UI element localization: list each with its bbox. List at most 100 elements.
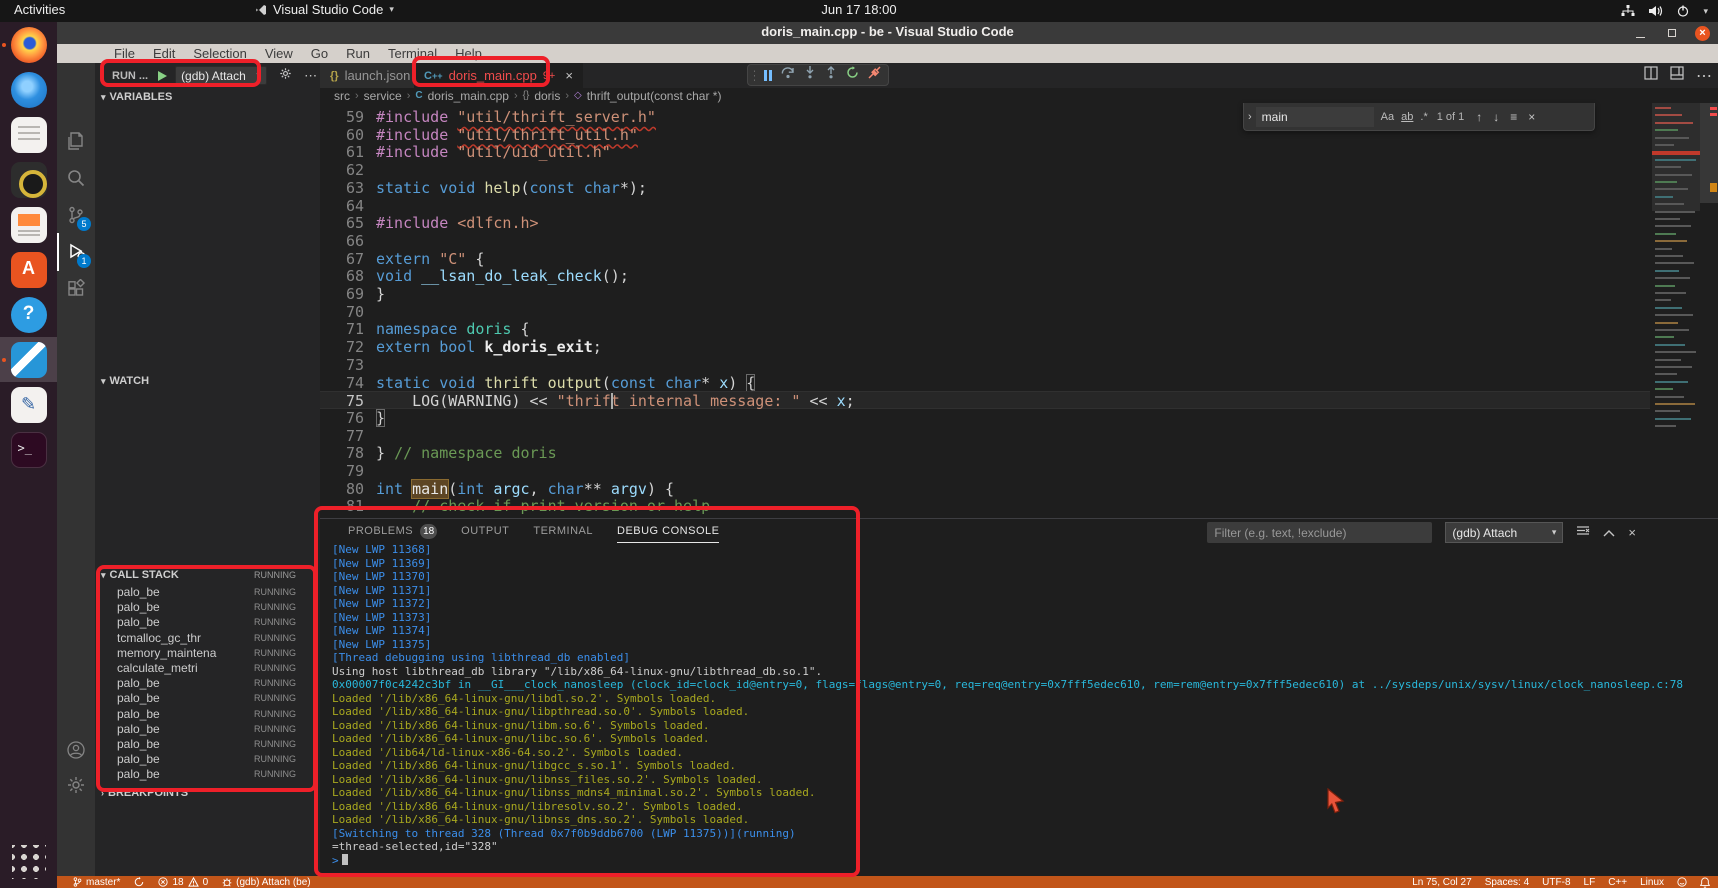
panel-tab-output[interactable]: OUTPUT xyxy=(461,519,509,543)
debug-session-dropdown[interactable]: (gdb) Attach ▾ xyxy=(1445,522,1563,543)
maximize-panel-icon[interactable] xyxy=(1603,525,1615,541)
search-icon[interactable] xyxy=(57,159,95,197)
views-more-icon[interactable]: ⋯ xyxy=(304,68,318,84)
close-tab-icon[interactable]: × xyxy=(565,68,573,83)
disconnect-icon[interactable] xyxy=(868,66,882,84)
settings-gear-icon[interactable] xyxy=(57,766,95,804)
call-stack-thread-row[interactable]: palo_beRUNNING xyxy=(95,615,320,630)
dock-item-text-editor[interactable] xyxy=(0,382,57,427)
problems-indicator[interactable]: 18 0 xyxy=(158,877,208,888)
explorer-icon[interactable] xyxy=(57,122,95,160)
menu-selection[interactable]: Selection xyxy=(184,46,255,61)
system-tray[interactable]: ▾ xyxy=(1621,0,1708,22)
tab-launch-json[interactable]: {} launch.json xyxy=(320,63,420,88)
feedback-icon[interactable] xyxy=(1677,877,1687,887)
dock-item-show-applications[interactable] xyxy=(0,839,57,884)
customize-layout-icon[interactable] xyxy=(1670,66,1684,85)
call-stack-thread-row[interactable]: calculate_metriRUNNING xyxy=(95,661,320,676)
menu-view[interactable]: View xyxy=(256,46,302,61)
window-titlebar[interactable]: doris_main.cpp - be - Visual Studio Code… xyxy=(57,22,1718,44)
breadcrumb-item[interactable]: doris_main.cpp xyxy=(428,89,509,103)
close-button[interactable]: × xyxy=(1695,26,1710,41)
split-editor-icon[interactable] xyxy=(1644,66,1658,85)
call-stack-thread-row[interactable]: palo_beRUNNING xyxy=(95,767,320,782)
console-filter-input[interactable] xyxy=(1207,522,1432,543)
find-input[interactable] xyxy=(1256,107,1374,127)
account-icon[interactable] xyxy=(57,731,95,769)
breadcrumb-item[interactable]: src xyxy=(334,89,350,103)
breakpoints-section-header[interactable]: › BREAKPOINTS xyxy=(95,784,320,802)
call-stack-thread-row[interactable]: palo_beRUNNING xyxy=(95,585,320,600)
menu-terminal[interactable]: Terminal xyxy=(379,46,446,61)
variables-section-header[interactable]: ▾ VARIABLES xyxy=(95,88,320,106)
console-prompt[interactable]: > xyxy=(332,854,348,867)
call-stack-thread-row[interactable]: palo_beRUNNING xyxy=(95,752,320,767)
run-debug-icon[interactable]: 1 xyxy=(57,233,95,271)
panel-tab-debug-console[interactable]: DEBUG CONSOLE xyxy=(617,519,719,543)
menu-help[interactable]: Help xyxy=(446,46,491,61)
find-collapse-icon[interactable]: › xyxy=(1248,111,1252,123)
indentation-indicator[interactable]: Spaces: 4 xyxy=(1485,877,1529,888)
minimap[interactable] xyxy=(1652,103,1700,518)
whole-word-icon[interactable]: ab xyxy=(1401,111,1413,123)
find-next-icon[interactable]: ↓ xyxy=(1493,110,1499,124)
dock-item-help-app[interactable] xyxy=(0,292,57,337)
editor-more-icon[interactable]: ⋯ xyxy=(1696,66,1712,86)
pause-icon[interactable] xyxy=(764,70,772,81)
call-stack-thread-row[interactable]: memory_maintenaRUNNING xyxy=(95,646,320,661)
call-stack-section-header[interactable]: ▾ CALL STACK RUNNING xyxy=(95,566,320,584)
close-panel-icon[interactable]: × xyxy=(1628,525,1636,541)
call-stack-thread-row[interactable]: palo_beRUNNING xyxy=(95,707,320,722)
debug-console-output[interactable]: [New LWP 11368][New LWP 11369][New LWP 1… xyxy=(320,543,1716,873)
call-stack-thread-row[interactable]: palo_beRUNNING xyxy=(95,737,320,752)
dock-item-ubuntu-software[interactable] xyxy=(0,247,57,292)
dock-item-firefox[interactable] xyxy=(0,22,57,67)
sync-indicator[interactable] xyxy=(134,877,144,887)
breadcrumb-item[interactable]: thrift_output(const char *) xyxy=(587,89,722,103)
call-stack-thread-row[interactable]: tcmalloc_gc_thrRUNNING xyxy=(95,631,320,646)
language-indicator[interactable]: C++ xyxy=(1608,877,1627,888)
toolbar-grip-handle[interactable] xyxy=(754,69,755,82)
branch-indicator[interactable]: master* xyxy=(73,877,120,888)
call-stack-thread-row[interactable]: palo_beRUNNING xyxy=(95,722,320,737)
dock-item-files-app[interactable] xyxy=(0,112,57,157)
watch-section-header[interactable]: ▾ WATCH xyxy=(95,372,320,390)
launch-gear-icon[interactable] xyxy=(279,67,292,85)
call-stack-thread-row[interactable]: palo_beRUNNING xyxy=(95,600,320,615)
find-in-selection-icon[interactable]: ≡ xyxy=(1510,110,1517,124)
clear-console-icon[interactable] xyxy=(1576,525,1590,541)
code-area[interactable]: 59#include "util/thrift_server.h"60#incl… xyxy=(320,103,1650,518)
clock[interactable]: Jun 17 18:00 xyxy=(0,2,1718,17)
start-debug-button[interactable] xyxy=(158,71,167,81)
notifications-bell-icon[interactable] xyxy=(1700,877,1710,888)
close-find-icon[interactable]: × xyxy=(1528,110,1535,124)
os-indicator[interactable]: Linux xyxy=(1640,877,1664,888)
eol-indicator[interactable]: LF xyxy=(1584,877,1596,888)
step-out-icon[interactable] xyxy=(825,66,837,84)
maximize-button[interactable] xyxy=(1664,26,1679,41)
dock-item-thunderbird[interactable] xyxy=(0,67,57,112)
regex-icon[interactable]: .* xyxy=(1420,111,1427,123)
panel-tab-terminal[interactable]: TERMINAL xyxy=(533,519,593,543)
dock-item-impress-app[interactable] xyxy=(0,202,57,247)
find-previous-icon[interactable]: ↑ xyxy=(1476,110,1482,124)
call-stack-thread-row[interactable]: palo_beRUNNING xyxy=(95,676,320,691)
dock-item-terminal[interactable] xyxy=(0,427,57,472)
debug-target-indicator[interactable]: (gdb) Attach (be) xyxy=(222,877,310,888)
dock-item-vscode[interactable] xyxy=(0,337,57,382)
breadcrumb[interactable]: src›service›Cdoris_main.cpp›{}doris›◇thr… xyxy=(320,88,1718,103)
tab-doris-main-cpp[interactable]: C++ doris_main.cpp 9+ × xyxy=(414,63,583,88)
menu-go[interactable]: Go xyxy=(302,46,337,61)
menu-edit[interactable]: Edit xyxy=(144,46,184,61)
menu-file[interactable]: File xyxy=(105,46,144,61)
step-over-icon[interactable] xyxy=(781,66,795,84)
editor-scrollbar[interactable] xyxy=(1700,103,1718,518)
minimize-button[interactable] xyxy=(1633,26,1648,41)
encoding-indicator[interactable]: UTF-8 xyxy=(1542,877,1570,888)
match-case-icon[interactable]: Aa xyxy=(1381,111,1394,123)
breadcrumb-item[interactable]: service xyxy=(364,89,402,103)
breadcrumb-item[interactable]: doris xyxy=(534,89,560,103)
extensions-icon[interactable] xyxy=(57,270,95,308)
line-col-indicator[interactable]: Ln 75, Col 27 xyxy=(1412,877,1472,888)
call-stack-thread-row[interactable]: palo_beRUNNING xyxy=(95,691,320,706)
